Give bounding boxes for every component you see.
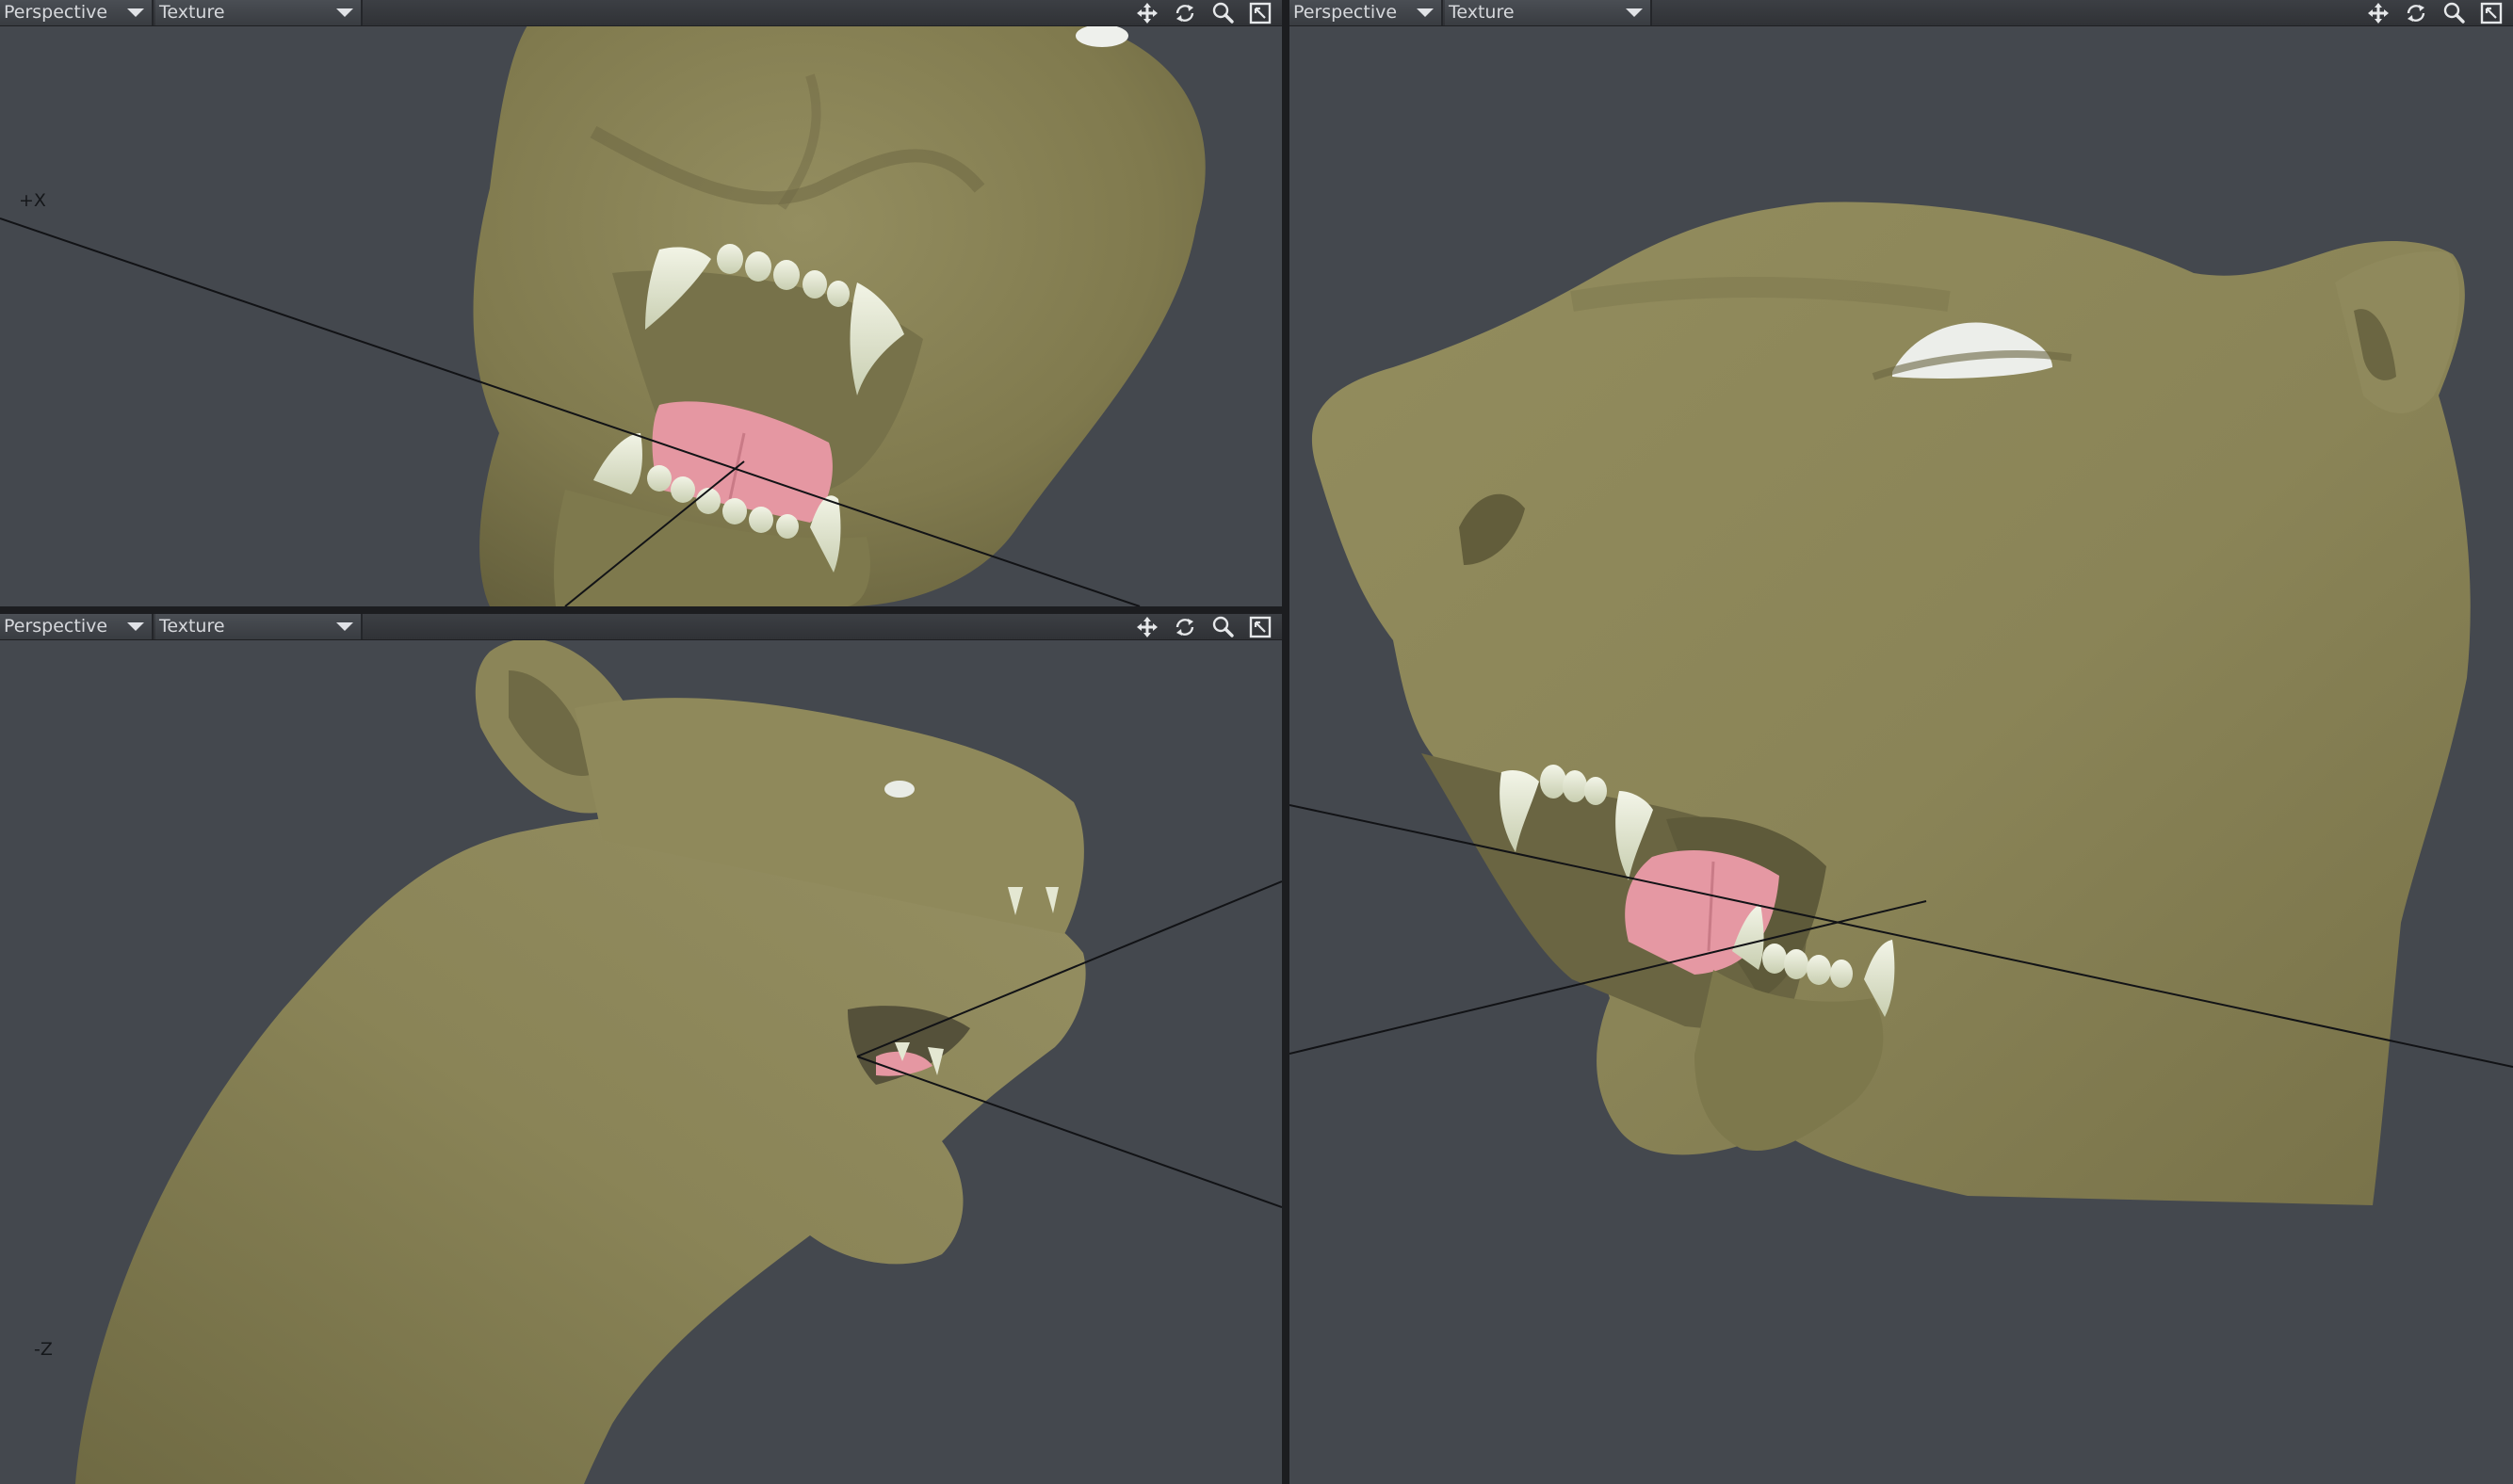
chevron-down-icon xyxy=(336,8,353,17)
maximize-viewport-icon[interactable] xyxy=(2475,0,2507,25)
view-mode-dropdown[interactable]: Perspective xyxy=(0,614,154,639)
zoom-view-icon[interactable] xyxy=(2438,0,2470,25)
shading-mode-dropdown[interactable]: Texture xyxy=(1445,0,1652,25)
view-mode-label: Perspective xyxy=(1293,2,1398,23)
shading-mode-label: Texture xyxy=(159,2,225,23)
chevron-down-icon xyxy=(127,622,144,631)
zoom-view-icon[interactable] xyxy=(1207,614,1239,639)
maximize-viewport-icon[interactable] xyxy=(1244,614,1276,639)
rotate-view-icon[interactable] xyxy=(1169,0,1201,25)
viewport-right[interactable]: Perspective Texture xyxy=(1289,0,2513,1484)
model-view-mouth-front xyxy=(0,16,1206,606)
zoom-view-icon[interactable] xyxy=(1207,0,1239,25)
viewport-toolbar: Perspective Texture xyxy=(0,0,1282,26)
chevron-down-icon xyxy=(127,8,144,17)
viewport-toolbar: Perspective Texture xyxy=(0,614,1282,640)
shading-mode-dropdown[interactable]: Texture xyxy=(155,614,363,639)
chevron-down-icon xyxy=(1417,8,1434,17)
axis-label: -Z xyxy=(34,1339,53,1360)
viewport-top-left[interactable]: Perspective Texture +X xyxy=(0,0,1282,606)
move-view-icon[interactable] xyxy=(2362,0,2394,25)
move-view-icon[interactable] xyxy=(1131,614,1163,639)
view-mode-label: Perspective xyxy=(4,616,108,637)
rotate-view-icon[interactable] xyxy=(1169,614,1201,639)
chevron-down-icon xyxy=(1626,8,1643,17)
axis-label: +X xyxy=(19,190,46,211)
view-mode-dropdown[interactable]: Perspective xyxy=(1289,0,1443,25)
shading-mode-dropdown[interactable]: Texture xyxy=(155,0,363,25)
model-view-side-up xyxy=(75,638,1282,1484)
shading-mode-label: Texture xyxy=(159,616,225,637)
view-mode-label: Perspective xyxy=(4,2,108,23)
rotate-view-icon[interactable] xyxy=(2400,0,2432,25)
maximize-viewport-icon[interactable] xyxy=(1244,0,1276,25)
view-mode-dropdown[interactable]: Perspective xyxy=(0,0,154,25)
chevron-down-icon xyxy=(336,622,353,631)
move-view-icon[interactable] xyxy=(1131,0,1163,25)
model-view-profile xyxy=(1289,202,2513,1205)
shading-mode-label: Texture xyxy=(1449,2,1515,23)
viewport-bottom-left[interactable]: Perspective Texture -Z xyxy=(0,614,1282,1484)
viewport-toolbar: Perspective Texture xyxy=(1289,0,2513,26)
